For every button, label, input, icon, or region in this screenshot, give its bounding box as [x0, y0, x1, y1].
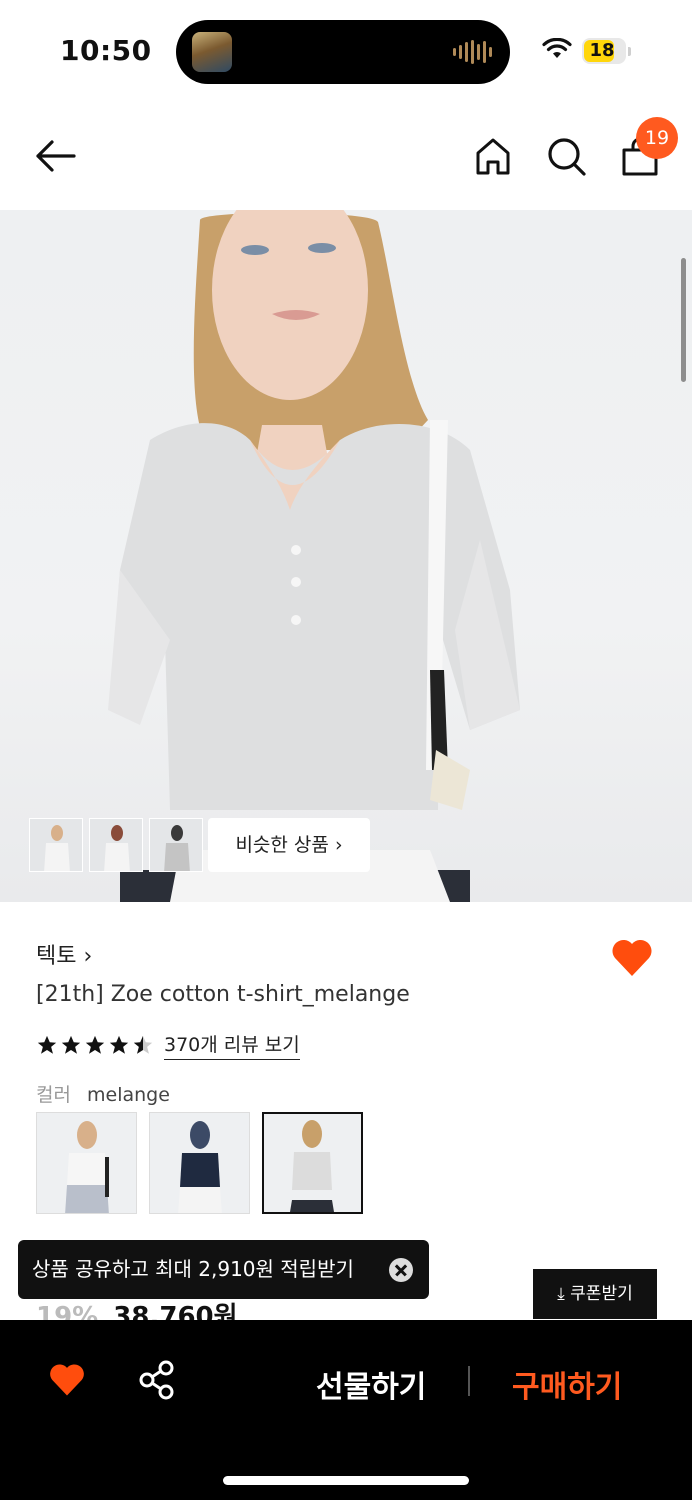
brand-name: 텍토	[36, 944, 77, 969]
close-icon[interactable]	[389, 1258, 413, 1282]
gift-button[interactable]: 선물하기	[316, 1362, 426, 1406]
battery-cap	[628, 47, 631, 56]
chevron-right-icon: ›	[334, 834, 343, 856]
similar-products-button[interactable]: 비슷한 상품 ›	[208, 818, 370, 872]
coupon-label: 쿠폰받기	[570, 1284, 633, 1304]
wifi-icon	[542, 38, 572, 58]
thumbnail-strip	[29, 818, 203, 872]
star-icon	[61, 1035, 81, 1054]
battery-indicator: 18	[582, 38, 631, 64]
star-icon	[85, 1035, 105, 1054]
divider	[468, 1366, 470, 1396]
now-playing-artwork	[192, 32, 232, 72]
coupon-button[interactable]: ⤓ 쿠폰받기	[533, 1269, 657, 1319]
status-time: 10:50	[60, 34, 152, 67]
color-swatch-2[interactable]	[149, 1112, 250, 1214]
star-rating	[36, 1034, 154, 1056]
status-bar: 10:50 18	[0, 0, 692, 100]
rating-row: 370개 리뷰 보기	[36, 1030, 300, 1060]
model-illustration	[108, 210, 520, 902]
product-title: [21th] Zoe cotton t-shirt_melange	[36, 982, 410, 1007]
star-icon	[37, 1035, 57, 1054]
heart-icon[interactable]	[48, 1362, 86, 1398]
similar-products-label: 비슷한 상품	[235, 834, 329, 856]
color-swatch-3-selected[interactable]	[262, 1112, 363, 1214]
star-icon	[109, 1035, 129, 1054]
heart-icon[interactable]	[610, 938, 654, 978]
arrow-left-icon[interactable]	[34, 136, 78, 176]
color-value: melange	[87, 1084, 170, 1106]
bottom-action-bar: 선물하기 구매하기	[0, 1320, 692, 1500]
download-icon: ⤓	[557, 1284, 571, 1304]
thumbnail-1[interactable]	[29, 818, 83, 872]
thumbnail-3[interactable]	[149, 818, 203, 872]
header-nav: 19	[0, 110, 692, 206]
chevron-right-icon: ›	[83, 944, 93, 969]
share-reward-text: 상품 공유하고 최대 2,910원 적립받기	[32, 1257, 354, 1281]
half-star-icon	[133, 1035, 153, 1054]
color-swatch-1[interactable]	[36, 1112, 137, 1214]
product-hero-image[interactable]: 비슷한 상품 ›	[0, 210, 692, 902]
share-icon[interactable]	[138, 1360, 176, 1400]
color-label: 컬러	[36, 1084, 71, 1106]
brand-link[interactable]: 텍토 ›	[36, 938, 92, 970]
home-indicator[interactable]	[223, 1476, 469, 1485]
reviews-link[interactable]: 370개 리뷰 보기	[164, 1030, 300, 1060]
buy-button[interactable]: 구매하기	[512, 1362, 622, 1406]
battery-level: 18	[589, 40, 615, 61]
cart-count-badge: 19	[636, 117, 678, 159]
color-row: 컬러 melange	[36, 1080, 170, 1107]
search-icon[interactable]	[546, 136, 588, 178]
audio-wave-icon	[453, 40, 492, 64]
dynamic-island[interactable]	[176, 20, 510, 84]
share-reward-tooltip: 상품 공유하고 최대 2,910원 적립받기	[18, 1240, 429, 1299]
home-icon[interactable]	[474, 136, 512, 176]
thumbnail-2[interactable]	[89, 818, 143, 872]
color-swatches	[36, 1112, 363, 1214]
image-scrollbar[interactable]	[681, 258, 686, 382]
